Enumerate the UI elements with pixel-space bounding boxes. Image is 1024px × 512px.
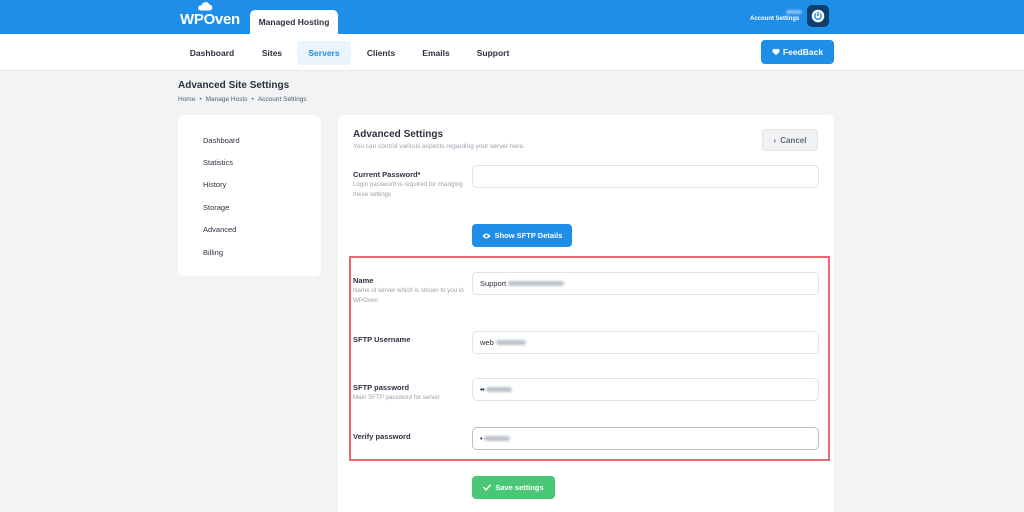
redacted-text <box>495 340 526 345</box>
advanced-settings-card: Advanced Settings You can control variou… <box>338 115 834 512</box>
verify-password-value: • <box>480 434 483 443</box>
sidebar-item-advanced[interactable]: Advanced <box>203 225 236 234</box>
chevron-left-icon: ‹ <box>773 135 777 145</box>
sidebar-item-billing[interactable]: Billing <box>203 248 223 257</box>
sidebar-item-statistics[interactable]: Statistics <box>203 158 233 167</box>
sftp-username-label: SFTP Username <box>353 335 411 344</box>
wpoven-logo[interactable]: WPOven <box>180 2 240 28</box>
heart-icon <box>772 48 780 56</box>
redacted-text <box>508 281 565 286</box>
breadcrumb-manage-hosts[interactable]: Manage Hosts <box>206 96 248 103</box>
sidebar-item-dashboard[interactable]: Dashboard <box>203 136 240 145</box>
sftp-password-input[interactable]: •• <box>472 378 819 401</box>
logo-text: WPOven <box>180 11 240 28</box>
name-label: Name <box>353 276 374 285</box>
cloud-icon <box>198 2 213 11</box>
show-sftp-details-label: Show SFTP Details <box>494 231 563 240</box>
sftp-username-value: web <box>480 338 494 347</box>
breadcrumb-separator: • <box>199 96 202 103</box>
breadcrumb-account-settings: Account Settings <box>257 96 307 103</box>
managed-hosting-tab[interactable]: Managed Hosting <box>250 10 338 34</box>
redacted-text <box>486 387 513 392</box>
breadcrumb: Home • Manage Hosts • Account Settings <box>178 96 307 103</box>
feedback-label: FeedBack <box>782 47 824 57</box>
account-name-redacted <box>786 10 802 14</box>
breadcrumb-separator: • <box>251 96 254 103</box>
breadcrumb-home[interactable]: Home <box>178 96 195 103</box>
verify-password-input[interactable]: • <box>472 427 819 450</box>
cancel-button[interactable]: ‹ Cancel <box>762 129 818 151</box>
logout-button[interactable] <box>807 5 829 27</box>
cancel-label: Cancel <box>780 135 807 145</box>
server-name-input[interactable]: Support <box>472 272 819 295</box>
current-password-input[interactable] <box>472 165 819 188</box>
redacted-text <box>484 436 511 441</box>
card-title: Advanced Settings <box>353 129 444 140</box>
power-icon <box>811 9 825 23</box>
top-bar: WPOven Managed Hosting Account Settings <box>0 0 1024 34</box>
current-password-help: Login password is required for changing … <box>353 181 463 198</box>
nav-sites[interactable]: Sites <box>254 41 290 65</box>
nav-emails[interactable]: Emails <box>416 41 456 65</box>
sidebar-item-storage[interactable]: Storage <box>203 203 229 212</box>
sidebar-item-history[interactable]: History <box>203 180 226 189</box>
nav-dashboard[interactable]: Dashboard <box>180 41 244 65</box>
nav-support[interactable]: Support <box>470 41 516 65</box>
save-settings-label: Save settings <box>495 483 544 492</box>
eye-icon <box>481 233 491 238</box>
nav-clients[interactable]: Clients <box>360 41 402 65</box>
card-subtitle: You can control various aspects regardin… <box>353 143 525 150</box>
account-settings-label[interactable]: Account Settings <box>750 16 799 22</box>
nav-servers[interactable]: Servers <box>297 41 351 65</box>
check-icon <box>483 484 492 491</box>
show-sftp-details-button[interactable]: Show SFTP Details <box>472 224 572 247</box>
name-help: Name of server which is shown to you in … <box>353 287 464 304</box>
sftp-username-input[interactable]: web <box>472 331 819 354</box>
verify-password-label: Verify password <box>353 432 411 441</box>
sftp-password-help: Main SFTP password for server <box>353 394 440 401</box>
save-settings-button[interactable]: Save settings <box>472 476 555 499</box>
settings-sidebar: Dashboard Statistics History Storage Adv… <box>178 115 321 276</box>
sftp-password-label: SFTP password <box>353 383 410 392</box>
feedback-button[interactable]: FeedBack <box>761 40 834 64</box>
sftp-password-value: •• <box>480 385 485 394</box>
server-name-value: Support <box>480 279 507 288</box>
page-title: Advanced Site Settings <box>178 80 290 91</box>
main-nav: Dashboard Sites Servers Clients Emails S… <box>0 34 1024 71</box>
current-password-label: Current Password* <box>353 170 421 179</box>
